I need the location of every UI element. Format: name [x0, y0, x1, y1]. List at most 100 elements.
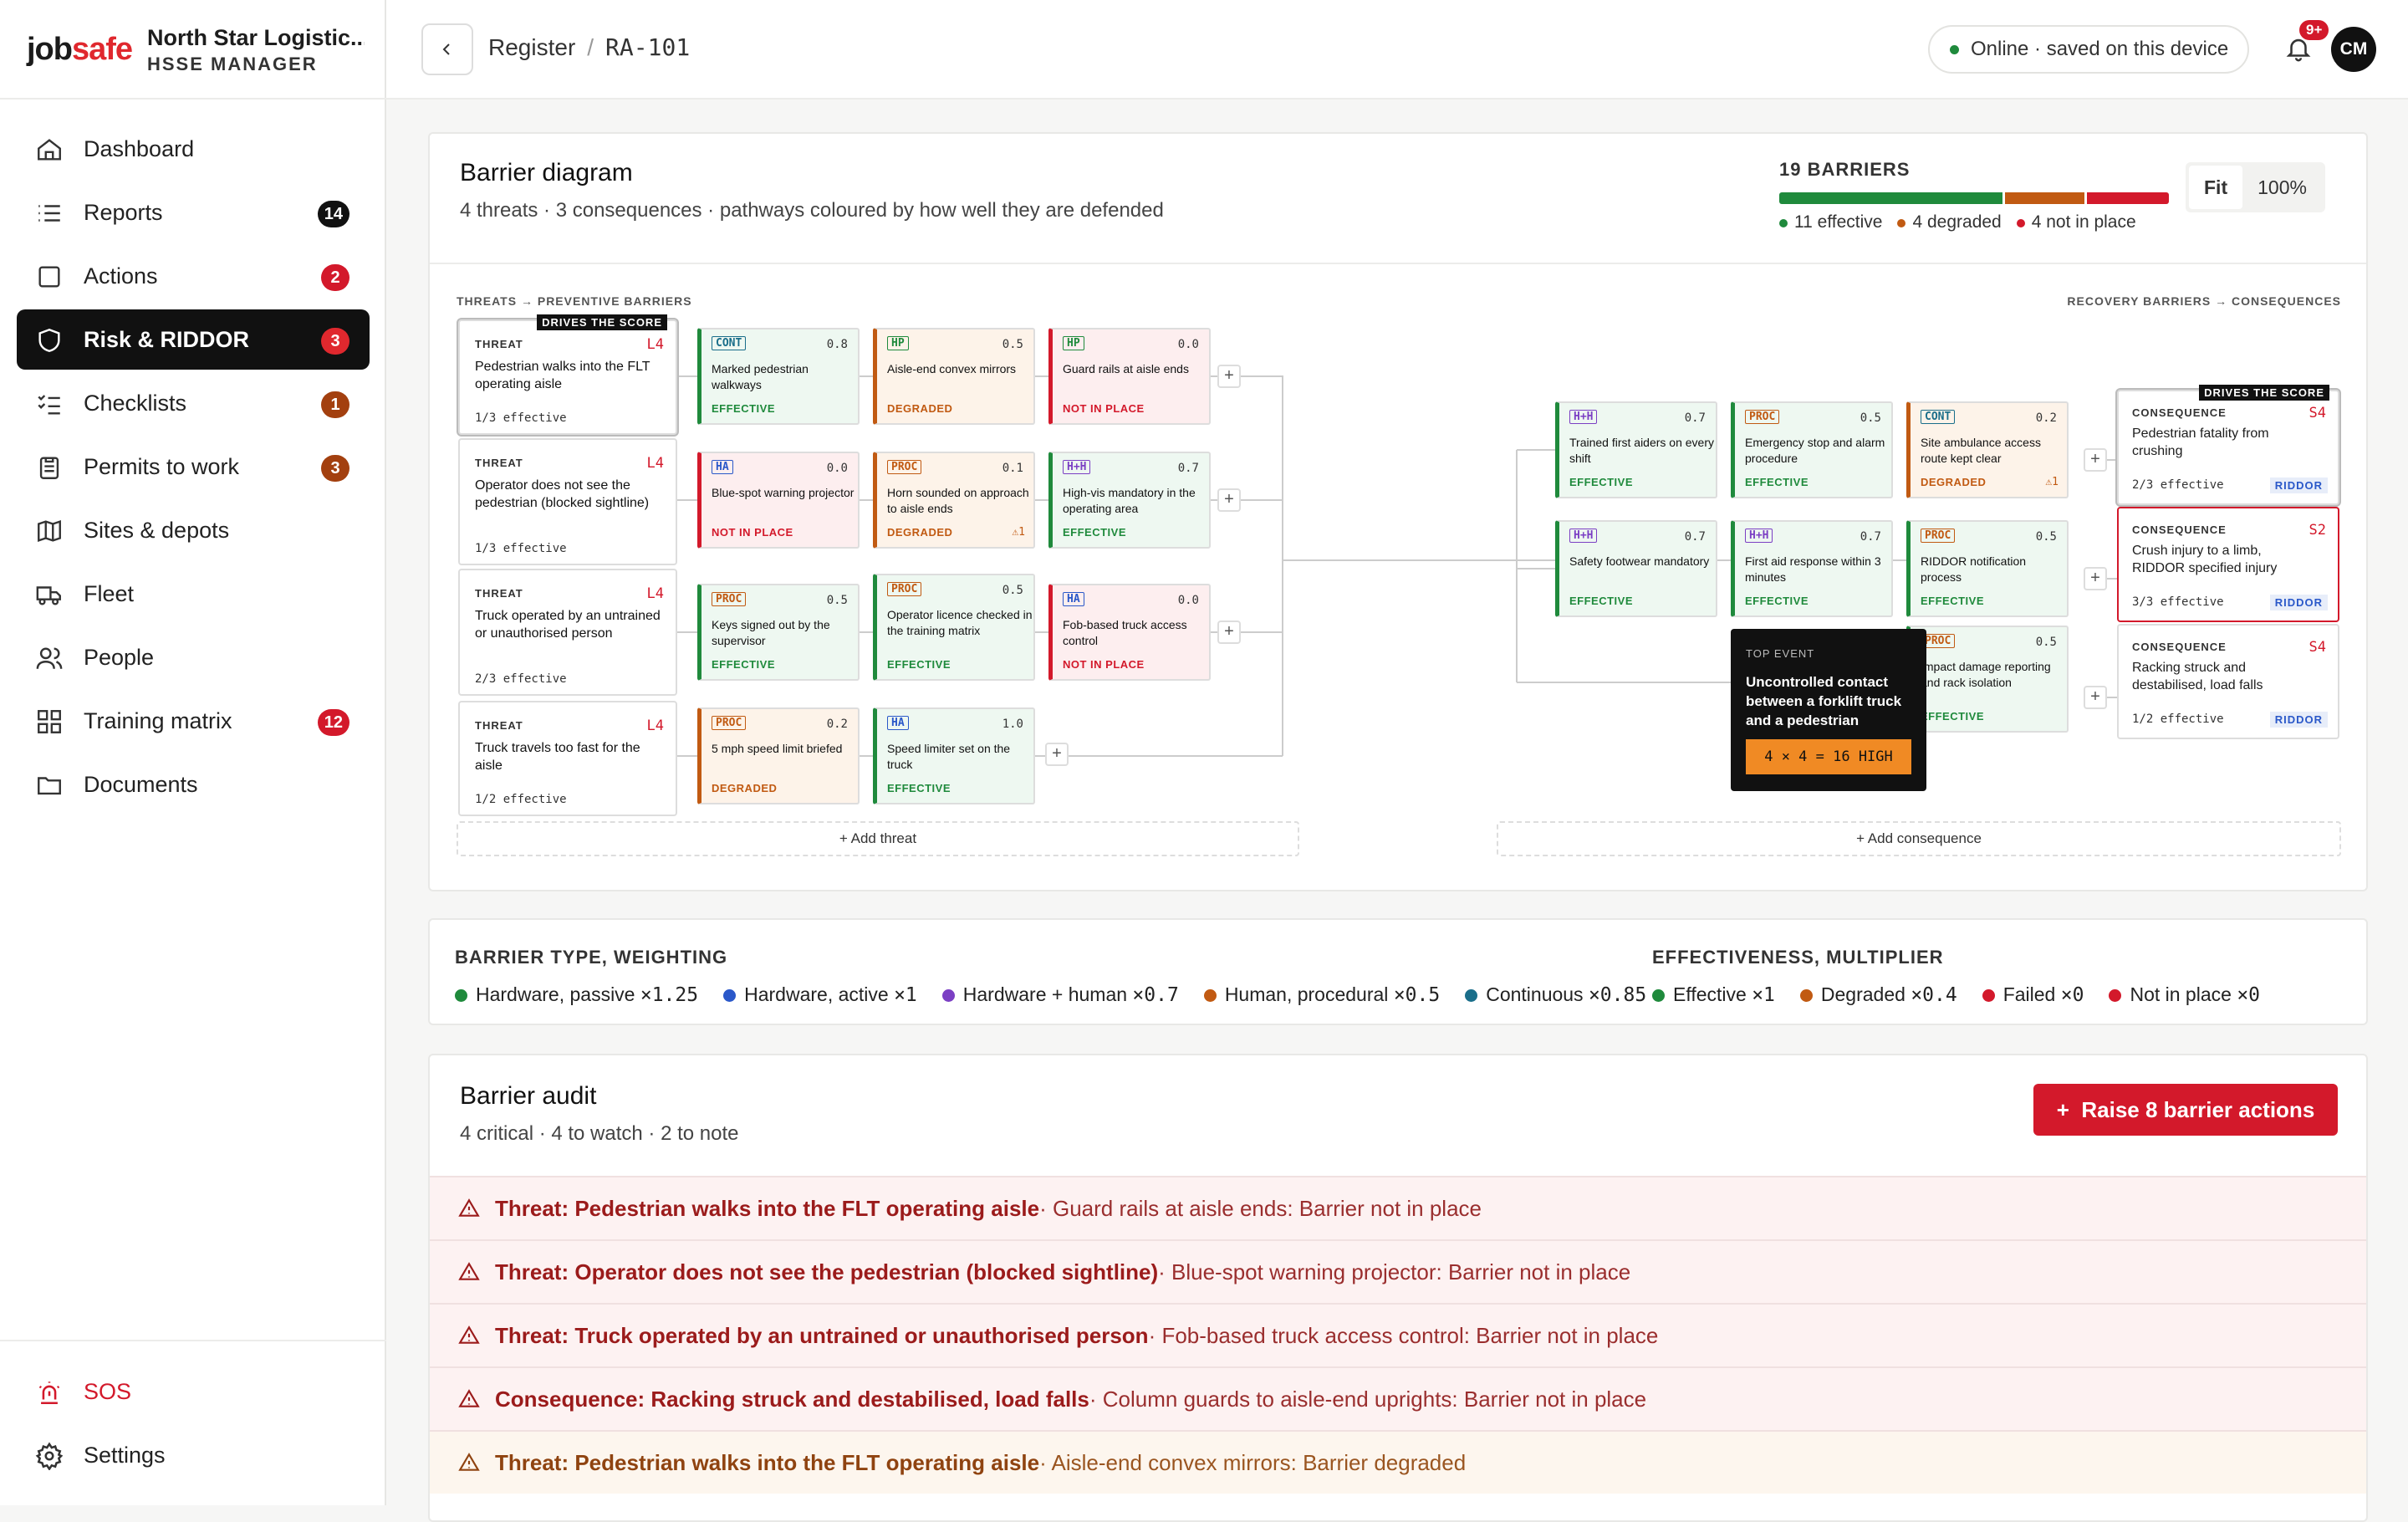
barrier-card[interactable]: PROC 0.5 Emergency stop and alarm procedur…	[1731, 401, 1893, 498]
barrier-card[interactable]: HP 0.5 Aisle-end convex mirrors DEGRADED	[873, 328, 1035, 425]
barrier-card[interactable]: H+H 0.7 Safety footwear mandatory EFFECTIVE	[1555, 520, 1717, 617]
sidebar-item-actions[interactable]: Actions 2	[17, 246, 370, 306]
barrier-card[interactable]: PROC 0.2 5 mph speed limit briefed DEGRADED	[697, 707, 860, 804]
key-entry: Failed ×0	[1982, 983, 2084, 1006]
user-avatar[interactable]: CM	[2331, 27, 2376, 72]
map-icon	[38, 519, 61, 543]
add-consequence-button[interactable]: + Add consequence	[1497, 821, 2341, 856]
barrier-type-tag: PROC	[712, 592, 747, 606]
online-dot-icon	[1950, 44, 1959, 54]
add-barrier-button[interactable]: +	[2084, 567, 2107, 590]
barrier-card[interactable]: CONT 0.2 Site ambulance access route kept …	[1906, 401, 2069, 498]
nav-badge: 3	[321, 455, 349, 482]
org-name[interactable]: North Star Logistic...	[147, 25, 365, 51]
barrier-type-tag: HA	[712, 460, 733, 474]
barrier-card[interactable]: CONT 0.8 Marked pedestrian walkways EFFECTI…	[697, 328, 860, 425]
sidebar-item-fleet[interactable]: Fleet	[17, 564, 370, 624]
riddor-tag: RIDDOR	[2269, 478, 2328, 493]
add-barrier-button[interactable]: +	[1217, 621, 1241, 644]
audit-row[interactable]: Threat: Pedestrian walks into the FLT op…	[430, 1176, 2366, 1239]
barrier-card[interactable]: H+H 0.7 High-vis mandatory in the operatin…	[1048, 452, 1211, 549]
barrier-type-tag: CONT	[1921, 410, 1956, 424]
home-icon	[38, 139, 61, 161]
consequence-card[interactable]: CONSEQUENCE S2 Crush injury to a limb, RID…	[2117, 507, 2339, 622]
barrier-card[interactable]: PROC 0.1 Horn sounded on approach to aisle…	[873, 452, 1035, 549]
back-button[interactable]	[421, 23, 473, 75]
sync-status[interactable]: Online · saved on this device	[1928, 25, 2249, 74]
add-barrier-button[interactable]: +	[1217, 488, 1241, 512]
barrier-card[interactable]: HA 0.0 Fob-based truck access control NOT I…	[1048, 584, 1211, 681]
warning-flag: ⚠1	[2045, 476, 2059, 488]
settings-button[interactable]: Settings	[17, 1425, 370, 1485]
sidebar-item-sites-depots[interactable]: Sites & depots	[17, 500, 370, 560]
nav-badge: 12	[317, 709, 349, 736]
effectiveness-title: EFFECTIVENESS, MULTIPLIER	[1652, 947, 1944, 968]
sidebar: jobsafe North Star Logistic... HSSE MANA…	[0, 0, 386, 1505]
riddor-tag: RIDDOR	[2269, 595, 2328, 610]
key-entry: Hardware, active ×1	[723, 983, 917, 1006]
risk-score: 4 × 4 = 16 HIGH	[1746, 739, 1911, 774]
breadcrumb-register[interactable]: Register	[488, 34, 575, 60]
nav-badge: 3	[321, 328, 349, 355]
add-barrier-button[interactable]: +	[1217, 365, 1241, 388]
warning-icon	[458, 1198, 480, 1217]
key-entry: Hardware, passive ×1.25	[455, 983, 698, 1006]
add-threat-button[interactable]: + Add threat	[457, 821, 1299, 856]
effectiveness-legend: Effective ×1 Degraded ×0.4 Failed ×0 Not in…	[1652, 983, 2260, 1006]
sidebar-item-checklists[interactable]: Checklists 1	[17, 373, 370, 433]
sidebar-item-training-matrix[interactable]: Training matrix 12	[17, 691, 370, 751]
barrier-type-tag: HP	[1063, 336, 1084, 350]
audit-row[interactable]: Threat: Truck operated by an untrained o…	[430, 1303, 2366, 1366]
threat-card[interactable]: THREAT L4 Operator does not see the pedest…	[458, 438, 677, 565]
audit-subtitle: 4 critical · 4 to watch · 2 to note	[460, 1122, 739, 1145]
consequence-card[interactable]: CONSEQUENCE S4 Racking struck and destabil…	[2117, 624, 2339, 739]
sidebar-item-documents[interactable]: Documents	[17, 754, 370, 815]
audit-row[interactable]: Consequence: Racking struck and destabil…	[430, 1366, 2366, 1430]
threat-card[interactable]: THREAT L4 Truck travels too fast for the a…	[458, 701, 677, 816]
barrier-card[interactable]: PROC 0.5 Keys signed out by the supervisor…	[697, 584, 860, 681]
barrier-card[interactable]: PROC 0.5 Operator licence checked in the t…	[873, 574, 1035, 681]
add-barrier-button[interactable]: +	[2084, 686, 2107, 709]
key-entry: Continuous ×0.85	[1465, 983, 1646, 1006]
truck-icon	[36, 586, 61, 605]
folder-icon	[38, 777, 61, 795]
breadcrumb-id: RA-101	[605, 33, 691, 61]
barrier-card[interactable]: H+H 0.7 First aid response within 3 minute…	[1731, 520, 1893, 617]
audit-row[interactable]: Threat: Operator does not see the pedest…	[430, 1239, 2366, 1303]
chevron-left-icon	[442, 43, 450, 55]
add-barrier-button[interactable]: +	[1045, 743, 1069, 766]
threat-card[interactable]: THREAT L4 Truck operated by an untrained o…	[458, 569, 677, 696]
barrier-type-tag: H+H	[1063, 460, 1091, 474]
threat-card[interactable]: DRIVES THE SCORE THREAT L4 Pedestrian walks…	[458, 314, 677, 435]
type-weighting-legend: Hardware, passive ×1.25 Hardware, active …	[455, 983, 1646, 1006]
sidebar-item-reports[interactable]: Reports 14	[17, 182, 370, 243]
user-role: HSSE MANAGER	[147, 54, 318, 74]
checklist-icon	[38, 395, 60, 415]
key-entry: Human, procedural ×0.5	[1203, 983, 1440, 1006]
barrier-key-card: BARRIER TYPE, WEIGHTING Hardware, passiv…	[428, 918, 2368, 1025]
gear-icon	[35, 1442, 64, 1470]
sidebar-item-risk-riddor[interactable]: Risk & RIDDOR 3	[17, 309, 370, 370]
clipboard-icon	[39, 457, 59, 479]
barrier-card[interactable]: PROC 0.5 Impact damage reporting and rack …	[1906, 626, 2069, 733]
barrier-card[interactable]: HA 0.0 Blue-spot warning projector NOT IN P…	[697, 452, 860, 549]
sidebar-item-dashboard[interactable]: Dashboard	[17, 119, 370, 179]
sidebar-item-permits-to-work[interactable]: Permits to work 3	[17, 437, 370, 497]
consequence-card[interactable]: DRIVES THE SCORE CONSEQUENCE S4 Pedestrian …	[2117, 385, 2339, 505]
notifications-button[interactable]: 9+	[2284, 20, 2329, 68]
app-logo[interactable]: jobsafe	[27, 32, 133, 68]
warning-icon	[458, 1325, 480, 1344]
barrier-type-tag: H+H	[1569, 529, 1598, 543]
type-weighting-title: BARRIER TYPE, WEIGHTING	[455, 947, 728, 968]
barrier-card[interactable]: H+H 0.7 Trained first aiders on every shif…	[1555, 401, 1717, 498]
raise-actions-button[interactable]: + Raise 8 barrier actions	[2033, 1084, 2338, 1136]
add-barrier-button[interactable]: +	[2084, 448, 2107, 472]
barrier-card[interactable]: HA 1.0 Speed limiter set on the truck EFFEC…	[873, 707, 1035, 804]
sidebar-item-people[interactable]: People	[17, 627, 370, 687]
barrier-card[interactable]: HP 0.0 Guard rails at aisle ends NOT IN PLA…	[1048, 328, 1211, 425]
sidebar-footer: SOS Settings	[0, 1340, 386, 1505]
audit-row[interactable]: Threat: Pedestrian walks into the FLT op…	[430, 1430, 2366, 1494]
barrier-card[interactable]: PROC 0.5 RIDDOR notification process EFFECT…	[1906, 520, 2069, 617]
sos-button[interactable]: SOS	[17, 1361, 370, 1422]
top-event-card[interactable]: TOP EVENT Uncontrolled contact between a…	[1731, 629, 1926, 791]
